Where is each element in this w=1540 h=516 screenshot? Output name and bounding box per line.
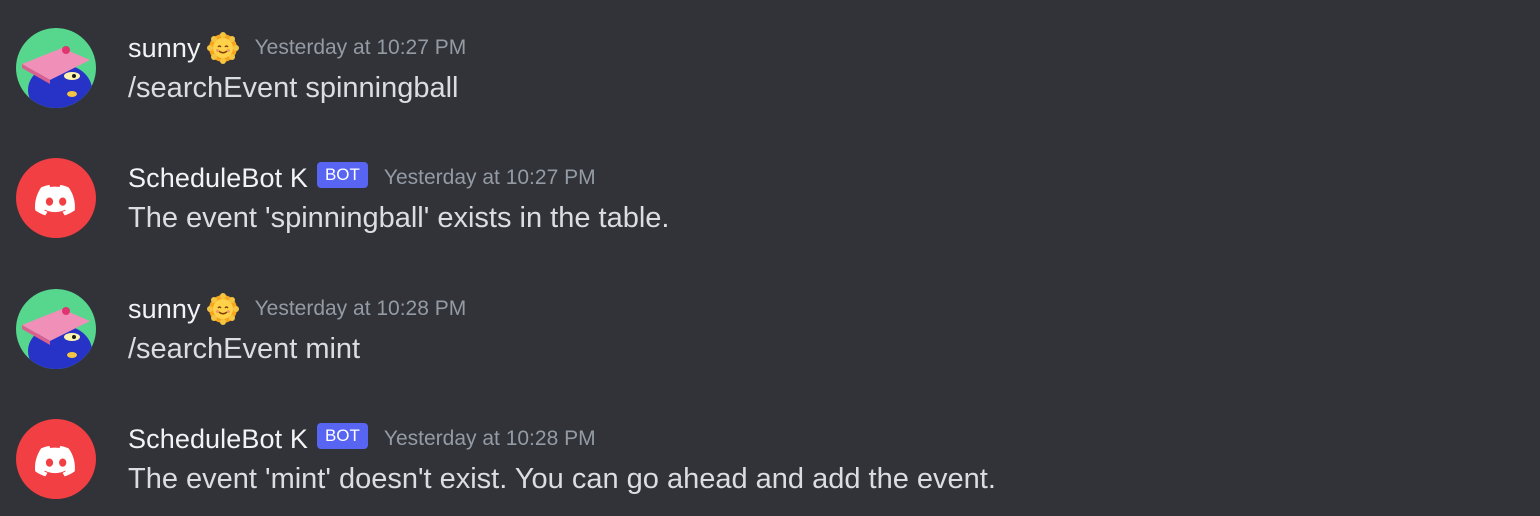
username[interactable]: sunny (128, 294, 201, 325)
username[interactable]: ScheduleBot K (128, 163, 308, 194)
message-item: sunny Yesterday at 10:27 PM /searchEvent… (0, 0, 1540, 108)
sun-face-emoji-icon[interactable] (206, 32, 239, 64)
bot-avatar[interactable] (16, 419, 96, 499)
sunny-avatar-icon (16, 28, 96, 108)
username[interactable]: ScheduleBot K (128, 424, 308, 455)
message-header: ScheduleBot K BOT Yesterday at 10:27 PM (128, 160, 596, 196)
bot-avatar[interactable] (16, 158, 96, 238)
discord-logo-icon (16, 419, 96, 499)
chat-message-list: sunny Yesterday at 10:27 PM /searchEvent… (0, 0, 1540, 516)
message-item: ScheduleBot K BOT Yesterday at 10:27 PM … (0, 130, 1540, 238)
message-content: The event 'spinningball' exists in the t… (128, 202, 670, 234)
bot-tag: BOT (316, 423, 368, 449)
message-timestamp[interactable]: Yesterday at 10:28 PM (384, 427, 596, 451)
username[interactable]: sunny (128, 33, 201, 64)
message-timestamp[interactable]: Yesterday at 10:28 PM (255, 297, 467, 321)
message-timestamp[interactable]: Yesterday at 10:27 PM (384, 166, 596, 190)
message-timestamp[interactable]: Yesterday at 10:27 PM (255, 36, 467, 60)
message-header: ScheduleBot K BOT Yesterday at 10:28 PM (128, 421, 596, 457)
sun-face-emoji-icon[interactable] (206, 293, 239, 325)
message-content: /searchEvent mint (128, 333, 361, 365)
message-item: ScheduleBot K BOT Yesterday at 10:28 PM … (0, 391, 1540, 499)
bot-tag: BOT (316, 162, 368, 188)
sunny-avatar-icon (16, 289, 96, 369)
user-avatar[interactable] (16, 28, 96, 108)
message-item: sunny Yesterday at 10:28 PM /searchEvent… (0, 261, 1540, 369)
message-header: sunny Yesterday at 10:27 PM (128, 30, 466, 66)
discord-logo-icon (16, 158, 96, 238)
message-content: The event 'mint' doesn't exist. You can … (128, 463, 996, 495)
user-avatar[interactable] (16, 289, 96, 369)
message-content: /searchEvent spinningball (128, 72, 459, 104)
message-header: sunny Yesterday at 10:28 PM (128, 291, 466, 327)
